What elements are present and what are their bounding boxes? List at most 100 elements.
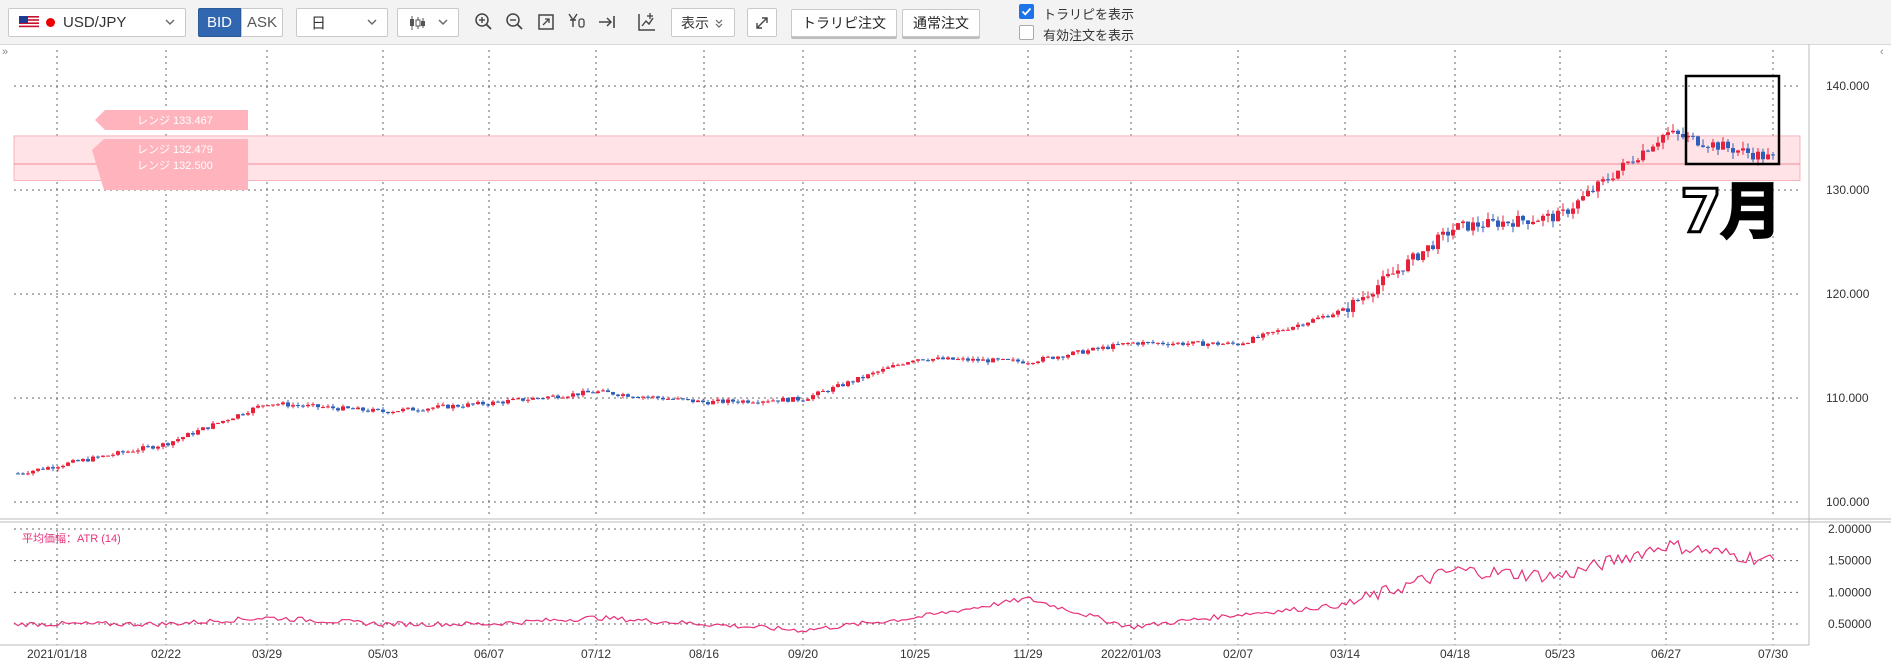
display-label: 表示	[681, 14, 709, 31]
candle-body	[1626, 161, 1630, 163]
candle-body	[351, 408, 355, 410]
normal-order-button[interactable]: 通常注文	[902, 9, 980, 37]
show-valid-orders-checkbox[interactable]	[1019, 25, 1034, 40]
candle-body	[626, 394, 630, 397]
candle-body	[176, 439, 180, 442]
candle-body	[1146, 342, 1150, 344]
candle-body	[1401, 270, 1405, 272]
candle-body	[486, 404, 490, 406]
candle-body	[816, 391, 820, 396]
candle-body	[276, 404, 280, 406]
candle-body	[1226, 342, 1230, 344]
candle-body	[676, 398, 680, 400]
candle-body	[1026, 363, 1030, 365]
price-chart[interactable]: レンジ 133.467 レンジ 132.479 レンジ 132.500 7月 平…	[0, 44, 1891, 663]
symbol-selector[interactable]: USD/JPY	[8, 8, 186, 37]
candle-body	[271, 404, 275, 406]
y-tick-label: 2.00000	[1828, 522, 1872, 536]
period-selector[interactable]: 日	[296, 8, 388, 37]
range-label-2: レンジ 132.479	[137, 144, 213, 156]
candle-body	[86, 459, 90, 462]
candle-body	[1271, 331, 1275, 333]
x-tick-label: 08/16	[689, 647, 719, 661]
candle-body	[811, 395, 815, 400]
candle-body	[391, 411, 395, 414]
candle-body	[971, 358, 975, 361]
x-tick-label: 05/03	[368, 647, 398, 661]
candle-body	[911, 360, 915, 363]
candle-body	[1051, 356, 1055, 359]
candle-body	[1101, 346, 1105, 349]
candle-body	[1551, 213, 1555, 222]
candle-body	[1166, 344, 1170, 346]
candle-body	[1191, 341, 1195, 344]
y-tick-label: 0.50000	[1828, 617, 1872, 631]
candle-body	[886, 367, 890, 369]
ask-button[interactable]: ASK	[241, 8, 283, 37]
candle-body	[1221, 343, 1225, 345]
expand-button[interactable]	[747, 8, 777, 37]
candle-body	[606, 390, 610, 393]
zoom-out-icon[interactable]	[504, 11, 526, 33]
candle-body	[726, 399, 730, 403]
candle-body	[1321, 316, 1325, 318]
candle-body	[1086, 350, 1090, 354]
candle-body	[766, 401, 770, 403]
candle-body	[71, 460, 75, 463]
trail-order-button[interactable]: トラリピ注文	[791, 9, 897, 37]
candle-body	[541, 398, 545, 400]
candle-body	[1636, 160, 1640, 163]
candle-body	[1171, 343, 1175, 346]
candle-body	[401, 408, 405, 412]
candle-body	[1491, 219, 1495, 221]
candle-body	[1381, 276, 1385, 286]
y-axis-labels: 100.000 110.000 120.000 130.000 140.000 0.500…	[1826, 79, 1872, 631]
candle-body	[1111, 344, 1115, 349]
candle-body	[1336, 310, 1340, 315]
candle-body	[706, 402, 710, 405]
chevron-double-down-icon	[715, 19, 723, 28]
y-tick-label: 100.000	[1826, 495, 1870, 509]
candle-body	[1741, 148, 1745, 151]
cursor-yen-icon[interactable]	[566, 11, 588, 33]
show-trail-checkbox[interactable]	[1019, 4, 1034, 19]
candle-body	[1481, 226, 1485, 228]
candle-body	[1421, 251, 1425, 260]
candle-body	[26, 473, 30, 475]
fit-icon[interactable]	[535, 11, 557, 33]
candle-body	[581, 390, 585, 396]
candle-body	[1176, 342, 1180, 344]
y-tick-label: 140.000	[1826, 79, 1870, 93]
jump-latest-icon[interactable]	[596, 11, 618, 33]
candle-body	[1591, 190, 1595, 192]
candle-body	[941, 357, 945, 360]
candle-body	[491, 401, 495, 406]
add-indicator-icon[interactable]	[636, 11, 658, 33]
candle-body	[456, 404, 460, 407]
candle-body	[96, 456, 100, 458]
chevron-down-icon	[367, 19, 377, 25]
zoom-in-icon[interactable]	[473, 11, 495, 33]
y-tick-label: 130.000	[1826, 183, 1870, 197]
candle-body	[806, 399, 810, 401]
candle-body	[901, 364, 905, 366]
chart-toolbar: USD/JPY BID ASK 日 表示 トラリピ注文 通常注文 トラリピを表示…	[0, 0, 1891, 45]
candle-body	[896, 364, 900, 366]
candle-body	[121, 451, 125, 453]
candle-body	[106, 455, 110, 457]
candle-body	[991, 358, 995, 363]
candle-body	[966, 358, 970, 361]
candle-body	[126, 451, 130, 453]
candle-body	[16, 473, 20, 475]
candle-body	[301, 405, 305, 407]
y-tick-label: 120.000	[1826, 287, 1870, 301]
candle-body	[436, 405, 440, 408]
candle-body	[556, 395, 560, 399]
bid-button[interactable]: BID	[198, 8, 241, 37]
candle-body	[1701, 145, 1705, 147]
candle-body	[131, 451, 135, 453]
candle-body	[1076, 350, 1080, 352]
chart-type-selector[interactable]	[397, 8, 459, 37]
display-menu-button[interactable]: 表示	[671, 8, 735, 37]
candle-body	[1121, 343, 1125, 345]
